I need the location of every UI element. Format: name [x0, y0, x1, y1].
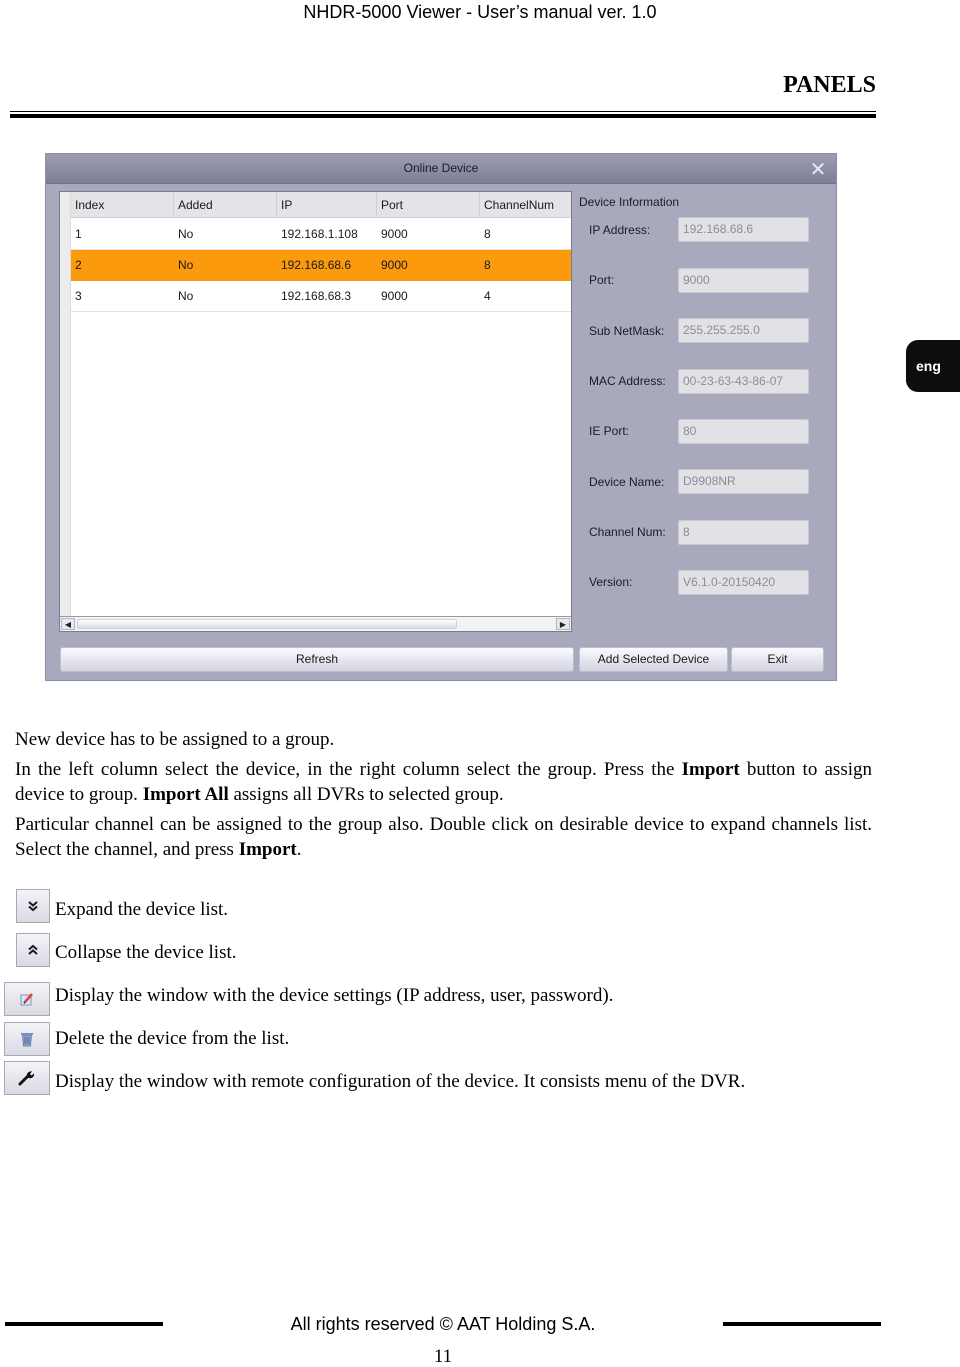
- close-icon[interactable]: ✕: [808, 159, 828, 179]
- ie-port-label: IE Port:: [589, 424, 630, 438]
- channel-num-field[interactable]: 8: [678, 520, 809, 545]
- port-label: Port:: [589, 273, 615, 287]
- cell-channels: 8: [484, 258, 491, 272]
- dialog-titlebar: Online Device ✕: [46, 154, 836, 184]
- table-header: Index Added IP Port ChannelNum: [71, 192, 571, 218]
- scrollbar-thumb[interactable]: [77, 619, 457, 629]
- cell-ip: 192.168.68.6: [281, 258, 352, 272]
- online-device-dialog: Online Device ✕ Index Added IP Port Chan…: [45, 153, 837, 681]
- text-bold-import: Import: [681, 759, 740, 780]
- refresh-button[interactable]: Refresh: [60, 647, 574, 672]
- text-run: Particular channel can be assigned to th…: [15, 814, 872, 860]
- language-tab: eng: [906, 340, 960, 392]
- ip-address-label: IP Address:: [589, 223, 651, 237]
- edit-pencil-icon: [5, 983, 49, 1015]
- section-title: PANELS: [783, 72, 876, 98]
- cell-port: 9000: [381, 227, 408, 241]
- horizontal-scrollbar[interactable]: ◀ ▶: [60, 616, 571, 631]
- trash-icon: [5, 1023, 49, 1055]
- cell-index: 1: [75, 227, 82, 241]
- scroll-left-arrow-icon[interactable]: ◀: [61, 618, 75, 630]
- table-row[interactable]: 3 No 192.168.68.3 9000 4: [71, 281, 571, 312]
- collapse-button: [16, 933, 50, 967]
- double-chevron-down-icon: [17, 890, 49, 922]
- version-label: Version:: [589, 575, 633, 589]
- legend-expand-text: Expand the device list.: [55, 899, 229, 920]
- legend-edit-text: Display the window with the device setti…: [55, 985, 614, 1006]
- text-bold-import: Import: [238, 839, 297, 860]
- scroll-right-arrow-icon[interactable]: ▶: [556, 618, 570, 630]
- legend-collapse-text: Collapse the device list.: [55, 942, 237, 963]
- text-run: .: [296, 839, 302, 860]
- column-header-channelnum[interactable]: ChannelNum: [480, 192, 573, 218]
- double-chevron-up-icon: [17, 934, 49, 966]
- add-selected-device-button[interactable]: Add Selected Device: [579, 647, 728, 672]
- column-header-port[interactable]: Port: [377, 192, 480, 218]
- subnet-mask-field[interactable]: 255.255.255.0: [678, 318, 809, 343]
- cell-added: No: [178, 258, 194, 272]
- subnet-mask-label: Sub NetMask:: [589, 324, 665, 338]
- column-header-ip[interactable]: IP: [277, 192, 377, 218]
- legend-delete-text: Delete the device from the list.: [55, 1028, 290, 1049]
- header-rule-thin: [10, 111, 876, 112]
- text-run: assigns all DVRs to selected group.: [228, 784, 504, 805]
- cell-ip: 192.168.68.3: [281, 289, 352, 303]
- paragraph-import-instructions: In the left column select the device, in…: [15, 757, 872, 807]
- ip-address-field[interactable]: 192.168.68.6: [678, 217, 809, 242]
- paragraph-channel-assignment: Particular channel can be assigned to th…: [15, 812, 872, 862]
- channel-num-label: Channel Num:: [589, 525, 666, 539]
- expand-button: [16, 889, 50, 923]
- cell-index: 3: [75, 289, 82, 303]
- cell-ip: 192.168.1.108: [281, 227, 358, 241]
- mac-address-field[interactable]: 00-23-63-43-86-07: [678, 369, 809, 394]
- footer-rule-right: [723, 1322, 881, 1326]
- text-run: In the left column select the device, in…: [15, 759, 682, 780]
- port-field[interactable]: 9000: [678, 268, 809, 293]
- cell-port: 9000: [381, 258, 408, 272]
- column-header-added[interactable]: Added: [174, 192, 277, 218]
- device-table: Index Added IP Port ChannelNum 1 No 192.…: [59, 191, 572, 632]
- cell-index: 2: [75, 258, 82, 272]
- table-row[interactable]: 1 No 192.168.1.108 9000 8: [71, 219, 571, 250]
- table-row-selected[interactable]: 2 No 192.168.68.6 9000 8: [71, 250, 571, 281]
- delete-button: [4, 1022, 50, 1056]
- row-header-strip: [60, 192, 71, 617]
- cell-added: No: [178, 227, 194, 241]
- device-name-field[interactable]: D9908NR: [678, 469, 809, 494]
- device-name-label: Device Name:: [589, 475, 665, 489]
- version-field[interactable]: V6.1.0-20150420: [678, 570, 809, 595]
- ie-port-field[interactable]: 80: [678, 419, 809, 444]
- dialog-title: Online Device: [403, 161, 479, 175]
- remote-config-button: [4, 1061, 50, 1095]
- paragraph-group-assignment: New device has to be assigned to a group…: [15, 729, 335, 750]
- cell-channels: 4: [484, 289, 491, 303]
- wrench-icon: [5, 1062, 49, 1094]
- edit-button: [4, 982, 50, 1016]
- header-rule-thick: [10, 114, 876, 118]
- exit-button[interactable]: Exit: [731, 647, 824, 672]
- mac-address-label: MAC Address:: [589, 374, 666, 388]
- cell-added: No: [178, 289, 194, 303]
- legend-remote-config-text: Display the window with remote configura…: [55, 1071, 746, 1092]
- device-information-title: Device Information: [579, 195, 680, 209]
- text-bold-import-all: Import All: [142, 784, 229, 805]
- cell-channels: 8: [484, 227, 491, 241]
- running-header: NHDR-5000 Viewer - User’s manual ver. 1.…: [303, 2, 657, 22]
- cell-port: 9000: [381, 289, 408, 303]
- column-header-index[interactable]: Index: [71, 192, 174, 218]
- page-number: 11: [433, 1346, 453, 1367]
